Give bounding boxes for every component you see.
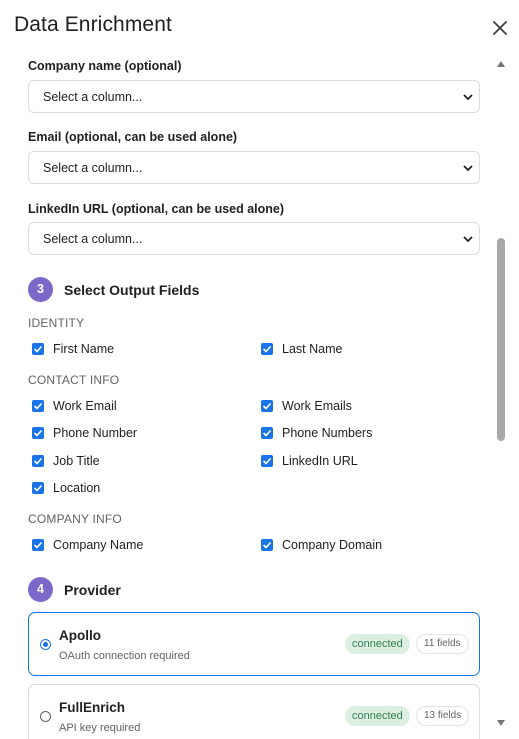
checkbox-work-emails[interactable]: Work Emails	[257, 399, 457, 415]
linkedin-url-label: LinkedIn URL (optional, can be used alon…	[28, 202, 285, 216]
provider-name: FullEnrich	[59, 700, 126, 715]
contact-info-group-label: CONTACT INFO	[28, 373, 120, 387]
email-label: Email (optional, can be used alone)	[28, 130, 238, 144]
checkbox-phone-numbers[interactable]: Phone Numbers	[257, 426, 457, 442]
checkbox-checked-icon	[261, 427, 273, 439]
radio-selected-icon	[40, 639, 51, 650]
checkbox-last-name[interactable]: Last Name	[257, 342, 457, 358]
checkbox-label: Company Name	[53, 538, 144, 552]
panel-header: Data Enrichment	[0, 0, 519, 52]
checkbox-label: Phone Numbers	[282, 426, 373, 440]
provider-name: Apollo	[59, 628, 101, 643]
checkbox-company-domain[interactable]: Company Domain	[257, 538, 457, 554]
linkedin-url-select-value: Select a column...	[43, 232, 143, 246]
checkbox-checked-icon	[261, 539, 273, 551]
form-scroll-area: Company name (optional) Select a column.…	[0, 52, 494, 739]
checkbox-linkedin-url[interactable]: LinkedIn URL	[257, 454, 457, 470]
checkbox-label: Work Emails	[282, 399, 352, 413]
close-icon	[493, 21, 507, 35]
checkbox-checked-icon	[32, 455, 44, 467]
provider-option-fullenrich[interactable]: FullEnrich API key required connected 13…	[28, 684, 480, 739]
status-badge: connected	[345, 634, 410, 654]
scrollbar-thumb[interactable]	[497, 238, 505, 441]
scroll-down-arrow-icon[interactable]	[497, 720, 505, 726]
checkbox-checked-icon	[261, 400, 273, 412]
provider-option-apollo[interactable]: Apollo OAuth connection required connect…	[28, 612, 480, 676]
checkbox-location[interactable]: Location	[28, 481, 228, 497]
company-info-group-label: COMPANY INFO	[28, 512, 122, 526]
checkbox-label: Location	[53, 481, 101, 495]
company-name-select[interactable]: Select a column...	[28, 80, 480, 113]
checkbox-label: Company Domain	[282, 538, 383, 552]
company-name-select-value: Select a column...	[43, 90, 143, 104]
field-count-badge: 13 fields	[416, 706, 470, 726]
checkbox-company-name[interactable]: Company Name	[28, 538, 228, 554]
email-select[interactable]: Select a column...	[28, 151, 480, 184]
chevron-down-icon	[463, 165, 473, 172]
checkbox-checked-icon	[261, 455, 273, 467]
scrollbar[interactable]	[494, 52, 508, 739]
step-4-badge: 4	[28, 577, 53, 602]
checkbox-label: LinkedIn URL	[282, 454, 358, 468]
checkbox-label: Phone Number	[53, 426, 138, 440]
checkbox-checked-icon	[32, 427, 44, 439]
checkbox-job-title[interactable]: Job Title	[28, 454, 228, 470]
field-count-badge: 11 fields	[416, 634, 469, 654]
chevron-down-icon	[463, 236, 473, 243]
email-select-value: Select a column...	[43, 161, 143, 175]
scroll-up-arrow-icon[interactable]	[497, 61, 505, 67]
company-name-label: Company name (optional)	[28, 59, 182, 73]
provider-heading: Provider	[64, 582, 121, 598]
status-badge: connected	[345, 706, 410, 726]
checkbox-work-email[interactable]: Work Email	[28, 399, 228, 415]
close-button[interactable]	[489, 17, 511, 39]
linkedin-url-select[interactable]: Select a column...	[28, 222, 480, 255]
checkbox-checked-icon	[32, 400, 44, 412]
checkbox-first-name[interactable]: First Name	[28, 342, 228, 358]
provider-subtitle: OAuth connection required	[59, 650, 190, 662]
step-3-badge: 3	[28, 277, 53, 302]
checkbox-checked-icon	[32, 482, 44, 494]
checkbox-checked-icon	[32, 539, 44, 551]
output-fields-heading: Select Output Fields	[64, 282, 200, 298]
radio-unselected-icon	[40, 711, 51, 722]
checkbox-checked-icon	[261, 343, 273, 355]
panel-title: Data Enrichment	[14, 13, 172, 36]
provider-subtitle: API key required	[59, 722, 141, 734]
checkbox-label: Last Name	[282, 342, 343, 356]
checkbox-checked-icon	[32, 343, 44, 355]
identity-group-label: IDENTITY	[28, 316, 85, 330]
checkbox-label: First Name	[53, 342, 115, 356]
checkbox-phone-number[interactable]: Phone Number	[28, 426, 228, 442]
checkbox-label: Work Email	[53, 399, 117, 413]
chevron-down-icon	[463, 94, 473, 101]
checkbox-label: Job Title	[53, 454, 100, 468]
